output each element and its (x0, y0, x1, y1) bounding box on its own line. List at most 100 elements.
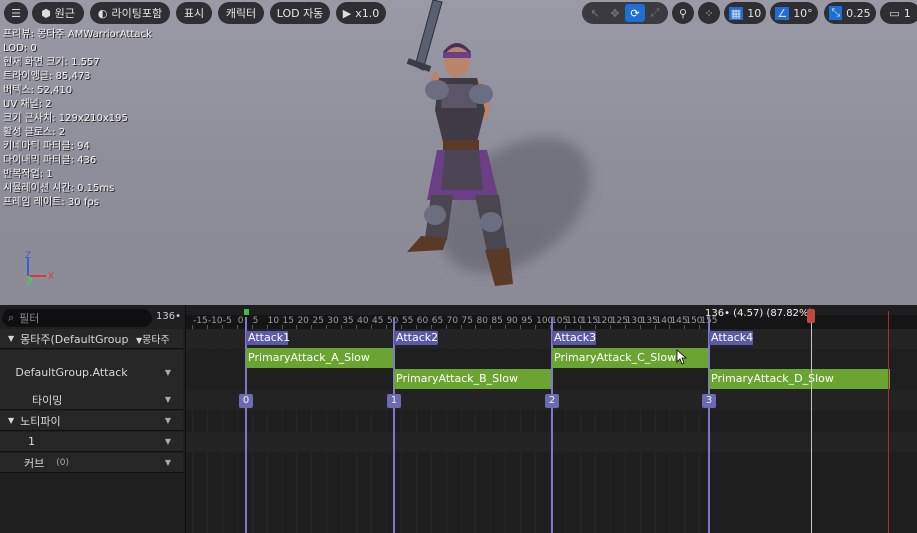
filter-search-box[interactable]: ⌕ 필터 (2, 309, 152, 327)
preview-viewport[interactable]: ☰ ⬢ 원근 ◐ 라이팅포함 표시 캐릭터 LOD 자동 ▶ x1.0 ↖ ✥ … (0, 0, 917, 305)
camera-speed-value: 1 (903, 6, 911, 20)
timing-marker[interactable]: 3 (702, 394, 716, 408)
ruler-tick (236, 325, 238, 329)
section-attack4[interactable]: Attack4 (709, 331, 753, 345)
character-button[interactable]: 캐릭터 (218, 2, 264, 24)
chevron-down-icon[interactable]: ▼ (165, 395, 171, 404)
angle-snap-button[interactable]: ∠ 10° (770, 2, 818, 24)
ruler-tick (296, 325, 298, 329)
ruler-tick (654, 325, 656, 329)
timing-marker[interactable]: 1 (387, 394, 401, 408)
section-attack3[interactable]: Attack3 (552, 331, 596, 345)
anim-segment[interactable]: PrimaryAttack_A_Slow (246, 348, 393, 368)
ruler-tick-label: 30 (327, 316, 339, 326)
chevron-down-icon[interactable]: ▼ (165, 458, 171, 467)
chevron-down-icon[interactable]: ▼ (165, 437, 171, 446)
stat-line: 반복작업: 1 (3, 169, 53, 180)
translate-mode-icon[interactable]: ✥ (605, 4, 625, 22)
ruler-tick-label: 85 (491, 316, 503, 326)
curves-row[interactable]: 커브 (0) ▼ (0, 453, 183, 473)
scale-mode-icon[interactable]: ⤢ (645, 4, 665, 22)
stat-line: 프레임 레이트: 30 fps (3, 197, 99, 208)
ruler-tick (400, 325, 402, 329)
surface-snap-button[interactable]: ⁘ (698, 2, 720, 24)
collapse-arrow-icon[interactable]: ▼ (8, 416, 14, 425)
ruler-tick (326, 325, 328, 329)
timing-marker[interactable]: 0 (239, 394, 253, 408)
show-button[interactable]: 표시 (176, 2, 212, 24)
perspective-label: 원근 (54, 7, 75, 20)
play-speed-button[interactable]: ▶ x1.0 (336, 2, 386, 24)
montage-row-label: 몽타주(DefaultGroup (20, 332, 129, 346)
anim-segment[interactable]: PrimaryAttack_D_Slow (709, 369, 890, 389)
axis-x-label: X (48, 272, 54, 282)
hamburger-icon: ☰ (11, 6, 21, 20)
ruler-tick-label: -10 (207, 316, 223, 326)
ruler-tick-label: 80 (476, 316, 488, 326)
ruler-tick (624, 325, 626, 329)
start-marker[interactable] (244, 309, 249, 315)
ruler-tick (371, 325, 373, 329)
camera-speed-button[interactable]: ▭ 1 (880, 2, 917, 24)
ruler-tick (475, 325, 477, 329)
stat-line: 키네마틱 파티클: 94 (3, 141, 90, 152)
ruler-tick-label: 0 (237, 316, 244, 326)
viewport-stats-overlay: 프리뷰: 몽타주 AMWarriorAttack LOD: 0 현재 화면 크기… (3, 28, 152, 210)
notify-track-row[interactable]: 1 ▼ (0, 432, 183, 452)
warrior-character-preview[interactable] (395, 0, 545, 290)
chevron-down-icon[interactable]: ▼ (165, 416, 171, 425)
grid-icon: ▦ (728, 6, 744, 20)
coordinate-space-button[interactable]: ⚲ (672, 2, 694, 24)
ruler-tick (311, 325, 313, 329)
stat-line: 활성 클로스: 2 (3, 127, 66, 138)
search-icon: ⌕ (8, 311, 15, 324)
viewport-menu-button[interactable]: ☰ (4, 2, 28, 24)
scrub-handle[interactable] (807, 309, 815, 323)
playhead[interactable] (811, 311, 812, 533)
montage-dropdown[interactable]: ▼몽타주 (136, 331, 170, 346)
ruler-tick (460, 325, 462, 329)
timing-row[interactable]: 타이밍 ▼ (0, 390, 183, 410)
notify-row[interactable]: ▼ 노티파이 ▼ (0, 411, 183, 431)
angle-icon: ∠ (775, 6, 790, 20)
animation-montage-editor: ☰ ⬢ 원근 ◐ 라이팅포함 표시 캐릭터 LOD 자동 ▶ x1.0 ↖ ✥ … (0, 0, 917, 533)
stat-line: 다이내믹 파티클: 436 (3, 155, 97, 166)
timing-marker[interactable]: 2 (545, 394, 559, 408)
ruler-tick (356, 325, 358, 329)
ruler-tick (430, 325, 432, 329)
section-attack1[interactable]: Attack1 (246, 331, 290, 345)
lighting-mode-button[interactable]: ◐ 라이팅포함 (90, 2, 170, 24)
scale-snap-button[interactable]: ⤡ 0.25 (824, 2, 876, 24)
character-label: 캐릭터 (225, 7, 257, 20)
ruler-tick-label: 70 (446, 316, 459, 326)
surface-snap-icon: ⁘ (704, 6, 714, 20)
ruler-tick (341, 325, 343, 329)
show-label: 표시 (183, 7, 205, 20)
grid-snap-button[interactable]: ▦ 10 (724, 2, 766, 24)
stat-line: 현재 화면 크기: 1.557 (3, 57, 100, 68)
rotate-mode-icon[interactable]: ⟳ (625, 4, 645, 22)
ruler-tick (206, 325, 208, 329)
stat-line: 시뮬레이션 시간: 0.15ms (3, 183, 115, 194)
section-attack2[interactable]: Attack2 (394, 331, 438, 345)
section-boundary[interactable] (708, 317, 710, 533)
curves-count: (0) (56, 457, 69, 468)
montage-section-row[interactable]: ▼ 몽타주(DefaultGroup ▼몽타주 (0, 329, 183, 349)
collapse-arrow-icon[interactable]: ▼ (8, 334, 14, 343)
chevron-down-icon[interactable]: ▼ (165, 368, 171, 377)
lod-button[interactable]: LOD 자동 (270, 2, 330, 24)
curves-label: 커브 (24, 456, 45, 470)
ruler-tick (221, 325, 223, 329)
world-axis-icon: ⚲ (678, 6, 688, 20)
axis-z-label: Z (25, 251, 31, 261)
section-boundary[interactable] (393, 317, 395, 533)
perspective-button[interactable]: ⬢ 원근 (32, 2, 84, 24)
timeline-area[interactable]: -15-10-505101520253035404550556065707580… (186, 305, 917, 533)
search-placeholder: 필터 (19, 312, 40, 325)
end-marker-line[interactable] (888, 311, 889, 533)
slot-track-label: DefaultGroup.Attack (15, 366, 128, 379)
ruler-tick (699, 325, 701, 329)
select-mode-icon[interactable]: ↖ (585, 4, 605, 22)
anim-segment[interactable]: PrimaryAttack_B_Slow (394, 369, 551, 389)
ruler-tick-label: 25 (312, 316, 324, 326)
